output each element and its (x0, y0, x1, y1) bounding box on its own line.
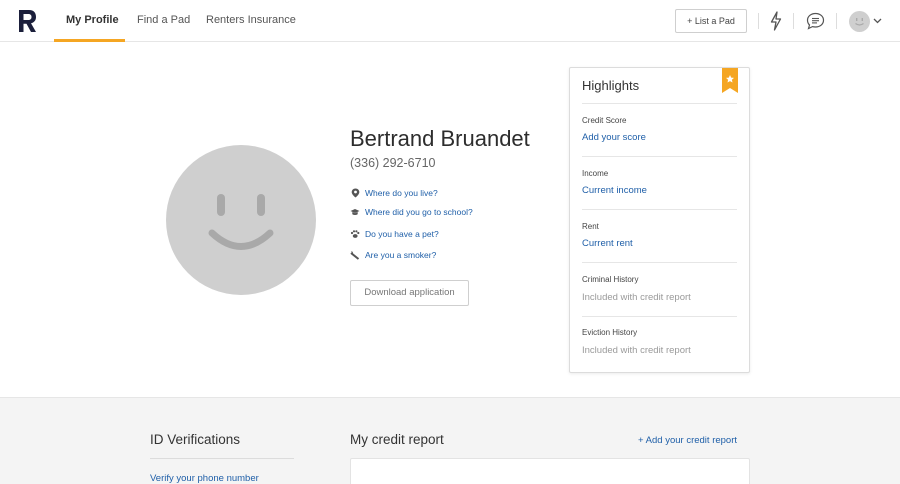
highlight-label-credit-score: Credit Score (582, 116, 627, 125)
cigarette-icon (350, 250, 360, 260)
my-credit-report-title: My credit report (350, 432, 444, 447)
paw-icon (350, 229, 360, 239)
chat-icon[interactable] (806, 12, 825, 30)
graduation-cap-icon (350, 207, 360, 217)
user-avatar[interactable] (849, 11, 870, 32)
nav-renters-insurance[interactable]: Renters Insurance (206, 0, 296, 42)
top-nav: My Profile Find a Pad Renters Insurance … (0, 0, 900, 42)
nav-find-a-pad[interactable]: Find a Pad (137, 0, 190, 42)
star-ribbon-icon (722, 68, 738, 93)
highlight-label-eviction-history: Eviction History (582, 328, 638, 337)
download-application-button[interactable]: Download application (350, 280, 469, 306)
current-rent-link[interactable]: Current rent (582, 238, 633, 249)
question-where-live[interactable]: Where do you live? (350, 186, 438, 200)
question-smoker[interactable]: Are you a smoker? (350, 248, 436, 262)
highlight-label-criminal-history: Criminal History (582, 275, 639, 284)
location-pin-icon (350, 188, 360, 198)
nav-my-profile[interactable]: My Profile (66, 0, 119, 42)
highlights-card: Highlights Credit Score Add your score I… (569, 67, 750, 373)
chevron-down-icon[interactable] (873, 18, 882, 24)
divider (582, 209, 737, 210)
logo-icon[interactable] (17, 9, 37, 33)
verify-phone-link[interactable]: Verify your phone number (150, 473, 259, 484)
divider (582, 262, 737, 263)
question-label[interactable]: Do you have a pet? (365, 229, 439, 239)
profile-avatar[interactable] (166, 145, 316, 295)
credit-report-panel (350, 458, 750, 484)
question-label[interactable]: Are you a smoker? (365, 250, 436, 260)
eviction-history-value: Included with credit report (582, 345, 691, 356)
bolt-icon[interactable] (770, 11, 782, 31)
id-verifications-title: ID Verifications (150, 432, 241, 447)
highlight-label-rent: Rent (582, 222, 599, 231)
divider (582, 316, 737, 317)
list-a-pad-button[interactable]: + List a Pad (675, 9, 747, 33)
nav-divider (836, 13, 837, 29)
smiley-icon (855, 18, 864, 26)
nav-divider (758, 13, 759, 29)
question-pet[interactable]: Do you have a pet? (350, 227, 439, 241)
divider (150, 458, 294, 459)
profile-name: Bertrand Bruandet (350, 126, 530, 151)
divider (582, 156, 737, 157)
highlight-label-income: Income (582, 169, 609, 178)
divider (582, 103, 737, 104)
nav-divider (793, 13, 794, 29)
add-score-link[interactable]: Add your score (582, 132, 646, 143)
add-credit-report-link[interactable]: + Add your credit report (638, 435, 737, 446)
criminal-history-value: Included with credit report (582, 292, 691, 303)
question-where-school[interactable]: Where did you go to school? (350, 205, 473, 219)
question-label[interactable]: Where do you live? (365, 188, 438, 198)
active-tab-indicator (54, 39, 125, 42)
highlights-title: Highlights (582, 78, 640, 93)
current-income-link[interactable]: Current income (582, 185, 647, 196)
profile-phone: (336) 292-6710 (350, 156, 436, 170)
question-label[interactable]: Where did you go to school? (365, 207, 473, 217)
